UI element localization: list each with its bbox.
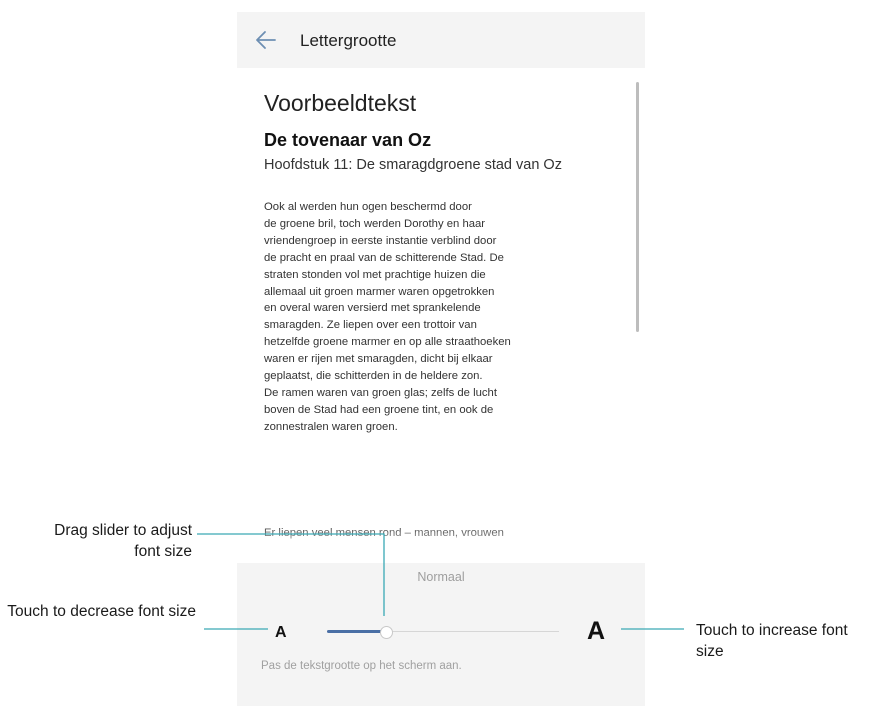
text-line: De ramen waren van groen glas; zelfs de …	[264, 386, 497, 399]
arrow-left-icon[interactable]	[255, 30, 277, 50]
book-title: De tovenaar van Oz	[264, 130, 432, 150]
chapter-title: Hoofdstuk 11: De smaragdgroene stad van …	[264, 157, 562, 173]
annotation-drag-slider: Drag slider to adjust font size	[54, 522, 192, 560]
text-line: boven de Stad had een groene tint, en oo…	[264, 403, 494, 416]
page-title: Lettergrootte	[300, 31, 397, 50]
text-line: geplaatst, die schitterden in de heldere…	[264, 370, 483, 383]
preview-card[interactable]: Voorbeeldtekst De tovenaar van Oz Hoofds…	[237, 68, 645, 563]
text-line: smaragden. Ze liepen over een trottoir v…	[264, 319, 477, 332]
text-line: vriendengroep in eerste instantie verbli…	[264, 234, 497, 247]
annotation-increase: Touch to increase font size	[696, 622, 848, 660]
scrollbar[interactable]	[636, 82, 639, 332]
preview-paragraph-1: Ook al werden hun ogen beschermd door de …	[264, 199, 636, 436]
app-bar: Lettergrootte	[237, 12, 645, 68]
text-line: de groene bril, toch werden Dorothy en h…	[264, 217, 486, 230]
increase-font-button[interactable]: A	[587, 617, 605, 646]
fade-overlay	[237, 523, 645, 563]
slider-thumb[interactable]	[380, 626, 393, 639]
text-line: en overal waren versierd met sprankelend…	[264, 302, 481, 315]
text-line: de pracht en praal van de schitterende S…	[264, 251, 504, 264]
text-line: waren er rijen met smaragden, dicht bij …	[264, 353, 493, 366]
font-size-label: Normaal	[417, 570, 465, 584]
annotation-decrease: Touch to decrease font size	[7, 603, 196, 620]
font-size-slider[interactable]	[327, 620, 559, 644]
preview-heading: Voorbeeldtekst	[264, 90, 417, 116]
text-line: hetzelfde groene marmer en op alle straa…	[264, 336, 511, 349]
text-line: Ook al werden hun ogen beschermd door	[264, 201, 472, 213]
text-line: zonnestralen waren groen.	[264, 420, 398, 433]
slider-fill	[327, 630, 385, 633]
decrease-font-button[interactable]: A	[275, 624, 287, 642]
hint-text: Pas de tekstgrootte op het scherm aan.	[261, 660, 462, 672]
phone-screen: Lettergrootte Voorbeeldtekst De tovenaar…	[237, 12, 645, 706]
text-line: straten stonden vol met prachtige huizen…	[264, 268, 486, 281]
text-line: allemaal uit groen marmer waren opgetrok…	[264, 285, 495, 298]
